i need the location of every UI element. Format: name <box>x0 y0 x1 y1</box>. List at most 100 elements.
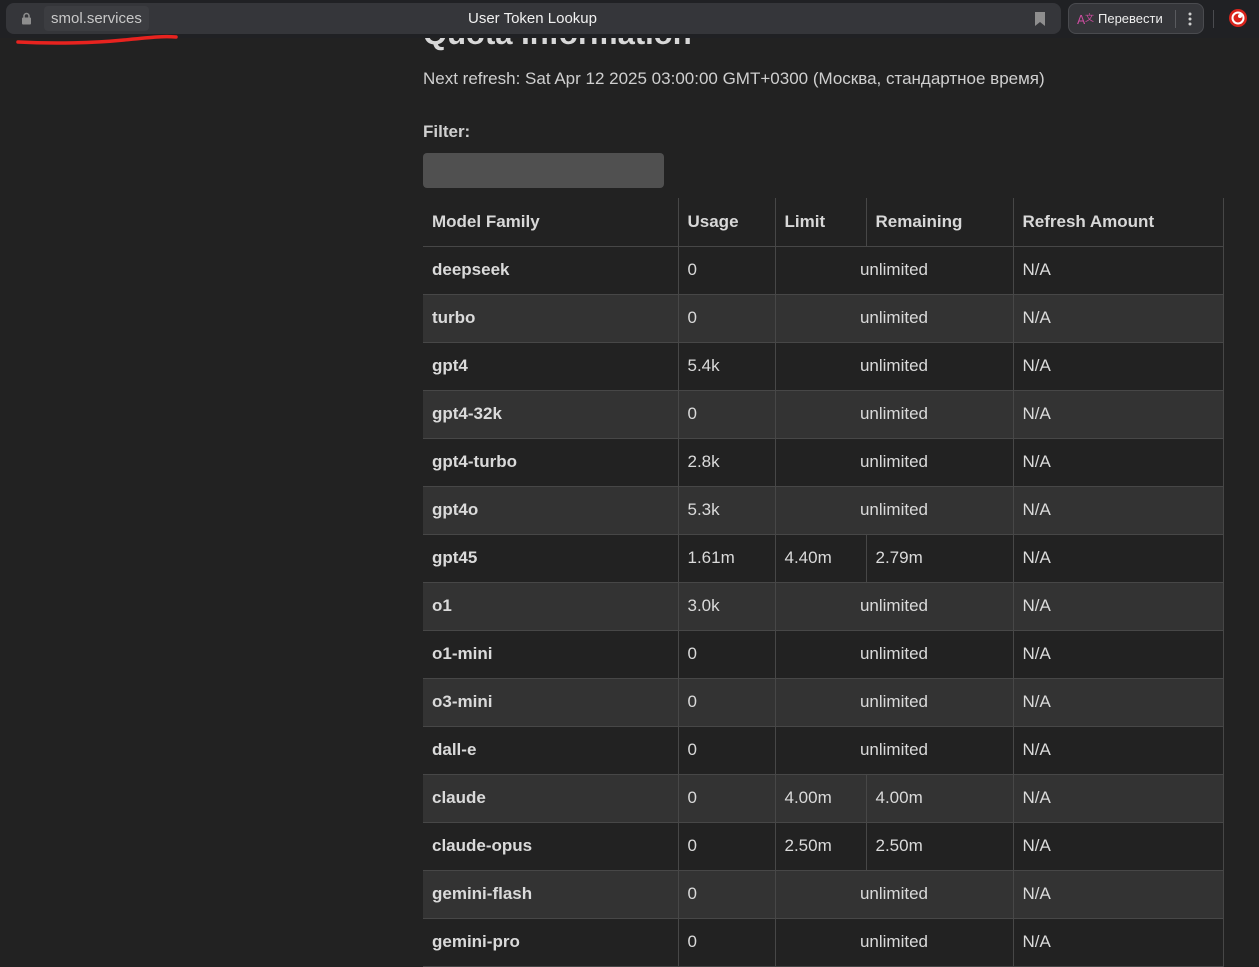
refresh-amount-cell: N/A <box>1012 678 1224 727</box>
refresh-amount-cell: N/A <box>1012 822 1224 871</box>
model-family-cell: o1-mini <box>423 630 678 679</box>
table-row: turbo 0 unlimited N/A <box>423 294 1224 343</box>
table-header-row: Model Family Usage Limit Remaining Refre… <box>423 198 1224 247</box>
limit-cell: unlimited <box>774 486 1013 535</box>
limit-cell: unlimited <box>774 390 1013 439</box>
table-row: claude-opus 0 2.50m 2.50m N/A <box>423 822 1224 871</box>
refresh-amount-cell: N/A <box>1012 870 1224 919</box>
table-row: gemini-pro 0 unlimited N/A <box>423 918 1224 967</box>
remaining-cell: 4.00m <box>865 774 1013 823</box>
limit-cell: unlimited <box>774 582 1013 631</box>
limit-cell: 4.40m <box>774 534 866 583</box>
column-header-remaining: Remaining <box>865 198 1013 247</box>
table-row: o1-mini 0 unlimited N/A <box>423 630 1224 679</box>
usage-cell: 0 <box>677 870 775 919</box>
refresh-amount-cell: N/A <box>1012 918 1224 967</box>
model-family-cell: gemini-pro <box>423 918 678 967</box>
limit-cell: unlimited <box>774 294 1013 343</box>
refresh-amount-cell: N/A <box>1012 342 1224 391</box>
model-family-cell: turbo <box>423 294 678 343</box>
usage-cell: 5.3k <box>677 486 775 535</box>
limit-cell: unlimited <box>774 678 1013 727</box>
page-title: User Token Lookup <box>468 10 597 27</box>
usage-cell: 0 <box>677 294 775 343</box>
usage-cell: 0 <box>677 822 775 871</box>
limit-cell: unlimited <box>774 726 1013 775</box>
usage-cell: 0 <box>677 726 775 775</box>
table-row: gpt4-32k 0 unlimited N/A <box>423 390 1224 439</box>
refresh-amount-cell: N/A <box>1012 486 1224 535</box>
column-header-model-family: Model Family <box>423 198 678 247</box>
toolbar-divider <box>1213 10 1214 28</box>
limit-cell: unlimited <box>774 918 1013 967</box>
refresh-amount-cell: N/A <box>1012 246 1224 295</box>
usage-cell: 2.8k <box>677 438 775 487</box>
model-family-cell: gpt4 <box>423 342 678 391</box>
table-row: gpt4-turbo 2.8k unlimited N/A <box>423 438 1224 487</box>
browser-toolbar: smol.services User Token Lookup A 文 Пере… <box>0 0 1259 38</box>
translate-label: Перевести <box>1098 11 1163 26</box>
model-family-cell: gemini-flash <box>423 870 678 919</box>
limit-cell: unlimited <box>774 342 1013 391</box>
usage-cell: 0 <box>677 678 775 727</box>
table-row: gpt4o 5.3k unlimited N/A <box>423 486 1224 535</box>
extension-icon[interactable] <box>1228 8 1248 28</box>
limit-cell: 4.00m <box>774 774 866 823</box>
model-family-cell: dall-e <box>423 726 678 775</box>
limit-cell: unlimited <box>774 438 1013 487</box>
usage-cell: 0 <box>677 630 775 679</box>
limit-cell: unlimited <box>774 870 1013 919</box>
translate-icon: A 文 <box>1077 12 1094 27</box>
limit-cell: unlimited <box>774 630 1013 679</box>
filter-input[interactable] <box>423 153 664 188</box>
refresh-amount-cell: N/A <box>1012 774 1224 823</box>
divider <box>1175 10 1176 28</box>
model-family-cell: deepseek <box>423 246 678 295</box>
red-annotation-underline <box>16 34 178 45</box>
table-row: gpt45 1.61m 4.40m 2.79m N/A <box>423 534 1224 583</box>
usage-cell: 1.61m <box>677 534 775 583</box>
model-family-cell: claude-opus <box>423 822 678 871</box>
refresh-amount-cell: N/A <box>1012 294 1224 343</box>
table-row: gemini-flash 0 unlimited N/A <box>423 870 1224 919</box>
table-row: claude 0 4.00m 4.00m N/A <box>423 774 1224 823</box>
table-row: o1 3.0k unlimited N/A <box>423 582 1224 631</box>
refresh-amount-cell: N/A <box>1012 630 1224 679</box>
refresh-amount-cell: N/A <box>1012 582 1224 631</box>
refresh-amount-cell: N/A <box>1012 438 1224 487</box>
refresh-amount-cell: N/A <box>1012 390 1224 439</box>
bookmark-icon[interactable] <box>1033 11 1047 27</box>
model-family-cell: o1 <box>423 582 678 631</box>
usage-cell: 5.4k <box>677 342 775 391</box>
usage-cell: 0 <box>677 918 775 967</box>
translate-button[interactable]: A 文 Перевести <box>1068 3 1204 34</box>
model-family-cell: claude <box>423 774 678 823</box>
table-row: deepseek 0 unlimited N/A <box>423 246 1224 295</box>
table-row: o3-mini 0 unlimited N/A <box>423 678 1224 727</box>
usage-cell: 3.0k <box>677 582 775 631</box>
lock-icon[interactable] <box>20 12 33 25</box>
model-family-cell: gpt4-32k <box>423 390 678 439</box>
next-refresh-text: Next refresh: Sat Apr 12 2025 03:00:00 G… <box>423 69 1045 88</box>
table-row: dall-e 0 unlimited N/A <box>423 726 1224 775</box>
column-header-refresh-amount: Refresh Amount <box>1012 198 1224 247</box>
limit-cell: 2.50m <box>774 822 866 871</box>
model-family-cell: o3-mini <box>423 678 678 727</box>
refresh-amount-cell: N/A <box>1012 726 1224 775</box>
kebab-menu-icon[interactable] <box>1183 10 1197 28</box>
table-row: gpt4 5.4k unlimited N/A <box>423 342 1224 391</box>
usage-cell: 0 <box>677 246 775 295</box>
refresh-amount-cell: N/A <box>1012 534 1224 583</box>
column-header-limit: Limit <box>774 198 866 247</box>
remaining-cell: 2.79m <box>865 534 1013 583</box>
usage-cell: 0 <box>677 390 775 439</box>
filter-label: Filter: <box>423 122 471 141</box>
quota-table: Model Family Usage Limit Remaining Refre… <box>423 198 1224 967</box>
limit-cell: unlimited <box>774 246 1013 295</box>
remaining-cell: 2.50m <box>865 822 1013 871</box>
usage-cell: 0 <box>677 774 775 823</box>
model-family-cell: gpt4-turbo <box>423 438 678 487</box>
svg-text:文: 文 <box>1085 12 1094 24</box>
column-header-usage: Usage <box>677 198 775 247</box>
model-family-cell: gpt45 <box>423 534 678 583</box>
